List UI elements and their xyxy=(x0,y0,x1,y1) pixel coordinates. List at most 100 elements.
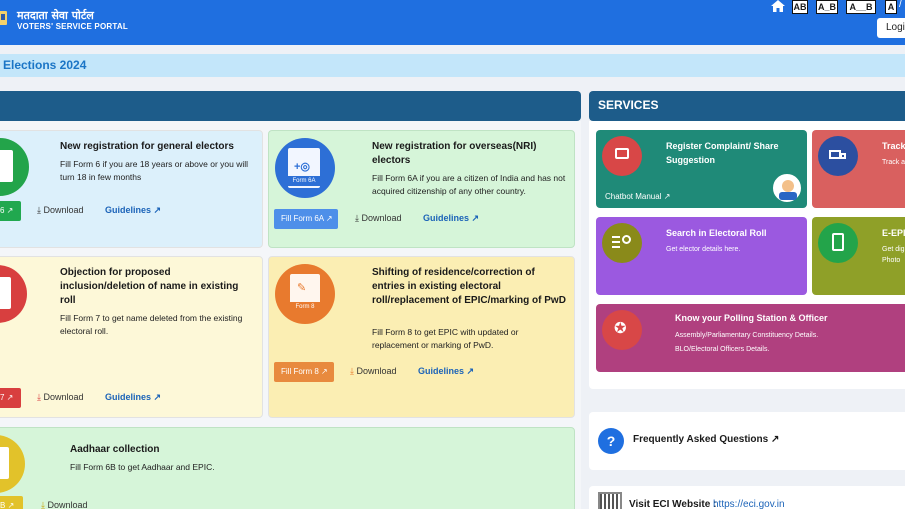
truck-icon xyxy=(818,136,858,176)
faq-label: Frequently Asked Questions xyxy=(633,434,769,445)
fill-form6a-label: Fill Form 6A xyxy=(281,214,324,223)
forms-panel: New registration for general electors Fi… xyxy=(0,121,581,509)
form7-download-label: Download xyxy=(43,392,84,402)
elections-banner-text: Elections 2024 xyxy=(3,58,87,72)
form6a-guidelines-link[interactable]: Guidelines ↗ xyxy=(423,213,479,224)
brand-english: VOTERS' SERVICE PORTAL xyxy=(17,22,128,31)
form7-icon xyxy=(0,265,27,323)
form6a-title: New registration for overseas(NRI) elect… xyxy=(372,141,537,166)
eci-logo xyxy=(0,11,7,25)
form8-icon: ✎ Form 8 xyxy=(275,264,335,324)
text-size-normal-button[interactable]: A_B xyxy=(816,0,838,14)
arrow-up-right-icon: ↗ xyxy=(469,213,480,223)
search-electoral-roll-title: Search in Electoral Roll xyxy=(666,228,767,238)
search-list-icon xyxy=(602,223,642,263)
polling-station-desc: Assembly/Parliamentary Constituency Deta… xyxy=(675,332,819,353)
fill-form6-button[interactable]: 6 ↗ xyxy=(0,201,21,221)
top-header: मतदाता सेवा पोर्टल VOTERS' SERVICE PORTA… xyxy=(0,0,905,45)
register-complaint-title: Register Complaint/ Share Suggestion xyxy=(666,141,779,165)
form8-download-link[interactable]: ⤓ Download xyxy=(350,366,397,377)
form7-desc: Fill Form 7 to get name deleted from the… xyxy=(60,313,243,336)
form6b-card: Aadhaar collection Fill Form 6B to get A… xyxy=(0,427,575,509)
chatbot-manual-label: Chatbot Manual xyxy=(605,192,662,201)
login-button[interactable]: Login xyxy=(877,18,905,38)
arrow-up-right-icon: ↗ xyxy=(5,501,15,509)
form6-download-link[interactable]: ⤓ Download xyxy=(37,205,84,216)
shield-star-icon: ✪ xyxy=(602,310,642,350)
fill-form6a-button[interactable]: Fill Form 6A ↗ xyxy=(274,209,338,229)
eci-website-card: Visit ECI Website : https://eci.gov.in xyxy=(589,486,905,509)
search-electoral-roll-desc: Get elector details here. xyxy=(666,246,741,253)
form6a-icon-label: Form 6A xyxy=(288,176,320,186)
forms-panel-header xyxy=(0,91,581,121)
arrow-up-right-icon: ↗ xyxy=(323,214,333,223)
question-icon: ? xyxy=(598,428,624,454)
form6-icon xyxy=(0,138,29,196)
fill-form6b-button[interactable]: B ↗ xyxy=(0,496,23,509)
polling-station-title: Know your Polling Station & Officer xyxy=(675,313,828,323)
brand-hindi: मतदाता सेवा पोर्टल xyxy=(17,9,94,22)
chat-icon xyxy=(602,136,642,176)
fill-form8-button[interactable]: Fill Form 8 ↗ xyxy=(274,362,334,382)
form6b-icon xyxy=(0,435,25,493)
faq-card[interactable]: ? Frequently Asked Questions ↗ xyxy=(589,412,905,470)
text-size-large-button[interactable]: A__B xyxy=(846,0,876,14)
form6b-download-label: Download xyxy=(47,500,88,509)
e-epic-title: E-EPIC xyxy=(882,228,905,238)
services-header: SERVICES xyxy=(589,91,905,121)
form8-download-label: Download xyxy=(356,366,397,376)
search-electoral-roll-card[interactable]: Search in Electoral Roll Get elector det… xyxy=(596,217,807,295)
form7-download-link[interactable]: ⤓ Download xyxy=(37,392,84,403)
faq-label-row: Frequently Asked Questions ↗ xyxy=(633,434,779,445)
fill-form7-button[interactable]: 7 ↗ xyxy=(0,388,21,408)
arrow-up-right-icon: ↗ xyxy=(464,366,475,376)
form6-guidelines-label: Guidelines xyxy=(105,205,152,215)
e-epic-card[interactable]: E-EPIC Get dig Photo xyxy=(812,217,905,295)
text-size-small-button[interactable]: AB xyxy=(792,0,808,14)
register-complaint-card[interactable]: Register Complaint/ Share Suggestion Cha… xyxy=(596,130,807,208)
arrow-up-right-icon: ↗ xyxy=(661,192,671,201)
chatbot-avatar xyxy=(771,172,803,204)
form6a-icon: +◎ Form 6A xyxy=(275,138,335,198)
eci-link[interactable]: https://eci.gov.in xyxy=(713,499,785,509)
separator: / xyxy=(899,0,902,10)
chatbot-manual-link[interactable]: Chatbot Manual ↗ xyxy=(605,190,670,204)
globe-icon: +◎ xyxy=(294,161,311,173)
form6-download-label: Download xyxy=(43,205,84,215)
fill-form8-label: Fill Form 8 xyxy=(281,367,319,376)
form6a-download-link[interactable]: ⤓ Download xyxy=(355,213,402,224)
track-title: Track xyxy=(882,141,905,151)
polling-station-card[interactable]: ✪ Know your Polling Station & Officer As… xyxy=(596,304,905,372)
form6a-desc: Fill Form 6A if you are a citizen of Ind… xyxy=(372,173,566,196)
track-card[interactable]: Track Track a xyxy=(812,130,905,208)
form8-card: ✎ Form 8 Shifting of residence/correctio… xyxy=(268,256,575,418)
services-heading: SERVICES xyxy=(598,98,659,112)
form8-desc: Fill Form 8 to get EPIC with updated or … xyxy=(372,327,519,350)
form6a-card: +◎ Form 6A New registration for overseas… xyxy=(268,130,575,248)
form6-title: New registration for general electors xyxy=(60,141,234,152)
arrow-up-right-icon: ↗ xyxy=(768,434,780,445)
edit-icon: ✎ xyxy=(297,282,307,294)
elections-banner[interactable]: Elections 2024 xyxy=(0,54,905,77)
form6-guidelines-link[interactable]: Guidelines ↗ xyxy=(105,205,161,216)
form6b-title: Aadhaar collection xyxy=(70,444,160,455)
header-gap xyxy=(0,45,905,54)
form6b-download-link[interactable]: ⤓ Download xyxy=(41,500,88,509)
form6-card: New registration for general electors Fi… xyxy=(0,130,263,248)
track-desc: Track a xyxy=(882,159,905,166)
arrow-up-right-icon: ↗ xyxy=(151,392,162,402)
star-glyph: ✪ xyxy=(614,320,627,337)
form8-guidelines-label: Guidelines xyxy=(418,366,465,376)
form8-guidelines-link[interactable]: Guidelines ↗ xyxy=(418,366,474,377)
e-epic-desc: Get dig Photo xyxy=(882,246,905,264)
id-card-icon xyxy=(818,223,858,263)
form6a-download-label: Download xyxy=(361,213,402,223)
form7-guidelines-link[interactable]: Guidelines ↗ xyxy=(105,392,161,403)
contrast-button[interactable]: A xyxy=(885,0,897,14)
form6a-guidelines-label: Guidelines xyxy=(423,213,470,223)
form7-guidelines-label: Guidelines xyxy=(105,392,152,402)
home-icon[interactable] xyxy=(770,0,786,13)
arrow-up-right-icon: ↗ xyxy=(318,367,328,376)
form8-icon-label: Form 8 xyxy=(290,302,320,312)
form7-card: Objection for proposed inclusion/deletio… xyxy=(0,256,263,418)
